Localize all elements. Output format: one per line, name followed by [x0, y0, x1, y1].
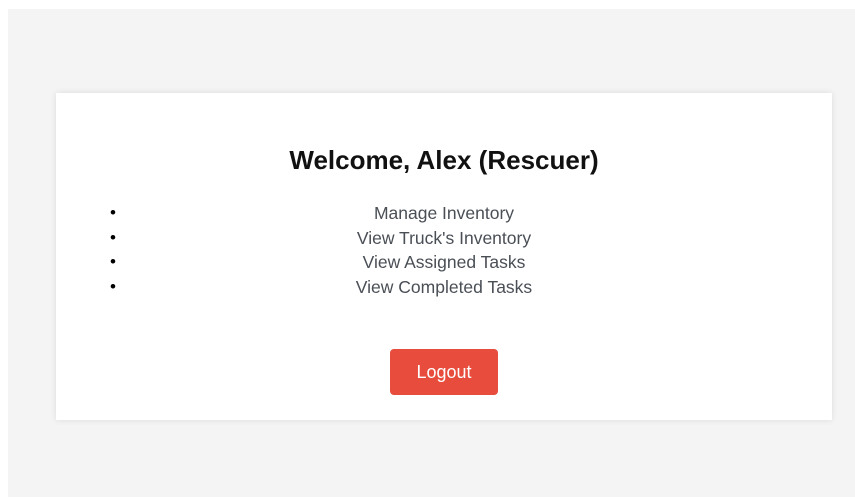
welcome-heading: Welcome, Alex (Rescuer): [289, 145, 599, 175]
list-bullet: •: [110, 252, 116, 271]
view-completed-tasks-link[interactable]: View Completed Tasks: [356, 277, 532, 297]
view-truck-inventory-link[interactable]: View Truck's Inventory: [357, 228, 531, 248]
dashboard-card: Welcome, Alex (Rescuer) • Manage Invento…: [56, 93, 832, 420]
manage-inventory-link[interactable]: Manage Inventory: [374, 203, 514, 223]
logout-button[interactable]: Logout: [390, 349, 498, 395]
menu-item-manage-inventory: • Manage Inventory: [56, 201, 832, 226]
list-bullet: •: [110, 227, 116, 247]
list-bullet: •: [110, 276, 116, 296]
view-assigned-tasks-link[interactable]: View Assigned Tasks: [363, 252, 526, 272]
menu-item-view-assigned-tasks: • View Assigned Tasks: [56, 250, 832, 275]
menu-item-view-completed-tasks: • View Completed Tasks: [56, 275, 832, 300]
navigation-menu: • Manage Inventory • View Truck's Invent…: [56, 201, 832, 299]
page-background: Welcome, Alex (Rescuer) • Manage Invento…: [8, 9, 855, 497]
menu-item-view-truck-inventory: • View Truck's Inventory: [56, 226, 832, 251]
list-bullet: •: [110, 203, 116, 222]
